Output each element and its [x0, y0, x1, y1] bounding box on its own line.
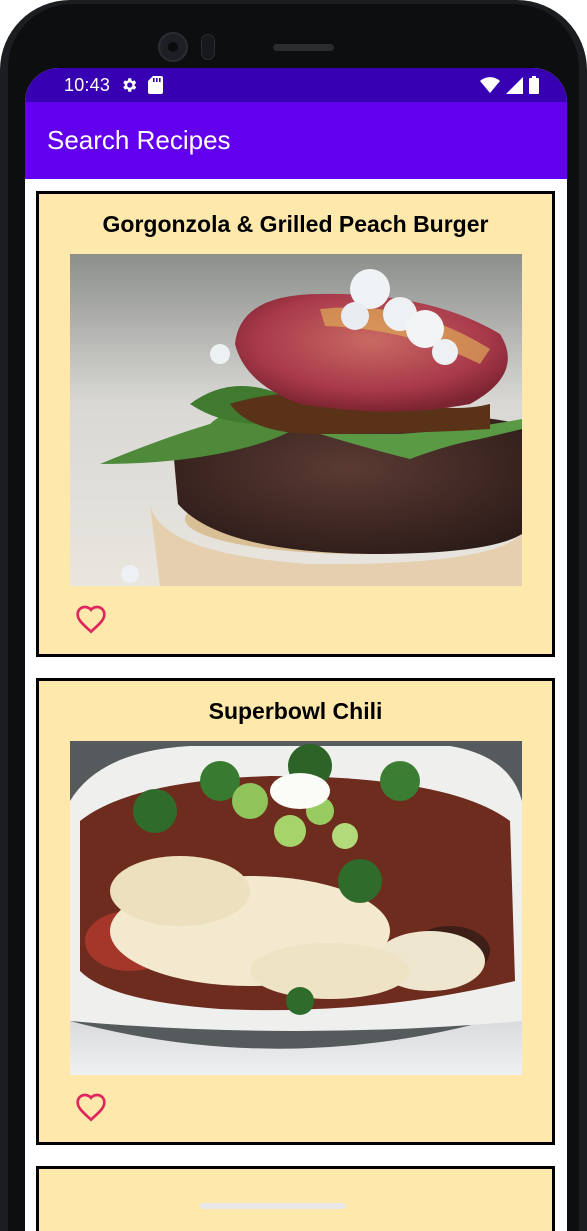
- app-bar-title: Search Recipes: [47, 125, 231, 155]
- recipe-title: Superbowl Chili: [208, 698, 383, 724]
- app-bar: Search Recipes: [25, 102, 567, 179]
- heart-outline-icon[interactable]: [75, 604, 107, 634]
- earpiece-speaker: [273, 44, 334, 51]
- proximity-sensor: [201, 34, 215, 60]
- recipe-list[interactable]: Gorgonzola & Grilled Peach Burger Superb…: [25, 179, 567, 1231]
- chili-photo[interactable]: [70, 741, 522, 1075]
- settings-icon: [123, 78, 137, 92]
- status-time: 10:43: [64, 74, 111, 95]
- signal-icon: [506, 76, 523, 94]
- burger-photo[interactable]: [70, 254, 522, 586]
- recipe-card[interactable]: [36, 1166, 555, 1231]
- status-bar: 10:43: [25, 68, 567, 102]
- recipe-title: Gorgonzola & Grilled Peach Burger: [102, 211, 489, 237]
- front-camera: [158, 32, 188, 62]
- heart-outline-icon[interactable]: [75, 1092, 107, 1122]
- phone-frame: 10:43 Search Recipes Gorgonzola & Grille…: [0, 0, 587, 1231]
- recipe-card[interactable]: Superbowl Chili: [36, 678, 555, 1145]
- recipe-card[interactable]: Gorgonzola & Grilled Peach Burger: [36, 191, 555, 657]
- battery-icon: [529, 76, 539, 94]
- app-screen: 10:43 Search Recipes Gorgonzola & Grille…: [25, 68, 567, 1231]
- wifi-icon: [480, 77, 500, 93]
- sd-card-icon: [148, 76, 164, 94]
- home-indicator[interactable]: [200, 1203, 346, 1209]
